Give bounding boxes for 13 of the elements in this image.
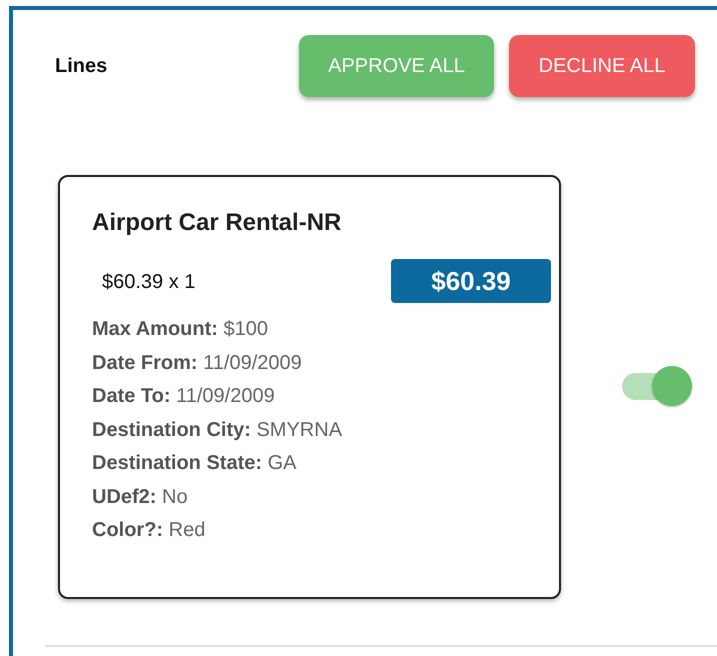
detail-text: Date From: 11/09/2009 [92, 350, 303, 376]
total-badge: $60.39 [391, 259, 551, 303]
detail-text: Destination City: SMYRNA [92, 418, 344, 442]
approve-all-button[interactable]: APPROVE ALL [299, 35, 494, 97]
detail-text: UDef2: No [92, 484, 189, 510]
detail-text: Color?: Red [92, 518, 206, 543]
detail-text: Date To: 11/09/2009 [92, 384, 276, 409]
line-title: Airport Car Rental-NR [92, 209, 342, 237]
decline-all-button[interactable]: DECLINE ALL [509, 35, 695, 97]
detail-text: Destination State: GA [92, 451, 298, 476]
quantity-text: $60.39 x 1 [102, 271, 196, 294]
section-title: Lines [55, 54, 108, 78]
detail-text: Max Amount: $100 [92, 317, 269, 342]
